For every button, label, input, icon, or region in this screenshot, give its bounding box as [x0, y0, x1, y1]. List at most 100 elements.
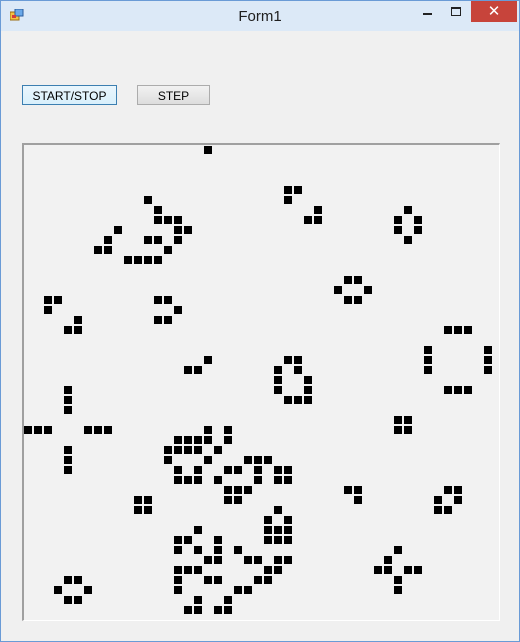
live-cell[interactable]: [284, 396, 292, 404]
live-cell[interactable]: [224, 596, 232, 604]
live-cell[interactable]: [64, 446, 72, 454]
live-cell[interactable]: [194, 476, 202, 484]
live-cell[interactable]: [74, 316, 82, 324]
live-cell[interactable]: [304, 386, 312, 394]
live-cell[interactable]: [454, 486, 462, 494]
title-bar[interactable]: Form1 ✕: [1, 1, 519, 31]
live-cell[interactable]: [94, 426, 102, 434]
live-cell[interactable]: [304, 216, 312, 224]
live-cell[interactable]: [204, 576, 212, 584]
live-cell[interactable]: [174, 576, 182, 584]
live-cell[interactable]: [414, 216, 422, 224]
live-cell[interactable]: [54, 586, 62, 594]
live-cell[interactable]: [174, 446, 182, 454]
live-cell[interactable]: [314, 206, 322, 214]
live-cell[interactable]: [174, 586, 182, 594]
live-cell[interactable]: [464, 326, 472, 334]
live-cell[interactable]: [364, 286, 372, 294]
live-cell[interactable]: [194, 366, 202, 374]
live-cell[interactable]: [154, 316, 162, 324]
start-stop-button[interactable]: START/STOP: [22, 85, 117, 105]
live-cell[interactable]: [444, 486, 452, 494]
live-cell[interactable]: [284, 516, 292, 524]
live-cell[interactable]: [484, 366, 492, 374]
live-cell[interactable]: [404, 426, 412, 434]
live-cell[interactable]: [174, 436, 182, 444]
live-cell[interactable]: [194, 596, 202, 604]
minimize-icon[interactable]: [413, 1, 441, 22]
live-cell[interactable]: [274, 526, 282, 534]
live-cell[interactable]: [194, 446, 202, 454]
live-cell[interactable]: [164, 246, 172, 254]
live-cell[interactable]: [244, 486, 252, 494]
live-cell[interactable]: [394, 576, 402, 584]
live-cell[interactable]: [64, 406, 72, 414]
live-cell[interactable]: [174, 306, 182, 314]
live-cell[interactable]: [174, 466, 182, 474]
live-cell[interactable]: [394, 546, 402, 554]
live-cell[interactable]: [274, 466, 282, 474]
live-cell[interactable]: [384, 566, 392, 574]
live-cell[interactable]: [284, 476, 292, 484]
live-cell[interactable]: [154, 216, 162, 224]
live-cell[interactable]: [194, 466, 202, 474]
live-cell[interactable]: [254, 456, 262, 464]
live-cell[interactable]: [114, 226, 122, 234]
live-cell[interactable]: [284, 526, 292, 534]
live-cell[interactable]: [74, 326, 82, 334]
live-cell[interactable]: [434, 506, 442, 514]
live-cell[interactable]: [174, 566, 182, 574]
step-button[interactable]: STEP: [137, 85, 210, 105]
live-cell[interactable]: [394, 416, 402, 424]
live-cell[interactable]: [184, 436, 192, 444]
live-cell[interactable]: [454, 326, 462, 334]
live-cell[interactable]: [464, 386, 472, 394]
live-cell[interactable]: [154, 206, 162, 214]
live-cell[interactable]: [164, 216, 172, 224]
live-cell[interactable]: [344, 276, 352, 284]
live-cell[interactable]: [184, 566, 192, 574]
live-cell[interactable]: [404, 416, 412, 424]
live-cell[interactable]: [64, 576, 72, 584]
live-cell[interactable]: [174, 476, 182, 484]
live-cell[interactable]: [44, 426, 52, 434]
live-cell[interactable]: [164, 456, 172, 464]
live-cell[interactable]: [44, 296, 52, 304]
live-cell[interactable]: [214, 546, 222, 554]
live-cell[interactable]: [284, 186, 292, 194]
live-cell[interactable]: [234, 586, 242, 594]
live-cell[interactable]: [194, 436, 202, 444]
close-icon[interactable]: ✕: [471, 1, 517, 22]
live-cell[interactable]: [224, 466, 232, 474]
live-cell[interactable]: [144, 506, 152, 514]
live-cell[interactable]: [74, 576, 82, 584]
live-cell[interactable]: [64, 466, 72, 474]
live-cell[interactable]: [274, 366, 282, 374]
live-cell[interactable]: [64, 456, 72, 464]
live-cell[interactable]: [224, 496, 232, 504]
live-cell[interactable]: [414, 226, 422, 234]
live-cell[interactable]: [274, 386, 282, 394]
live-cell[interactable]: [264, 566, 272, 574]
live-cell[interactable]: [24, 426, 32, 434]
live-cell[interactable]: [104, 246, 112, 254]
live-cell[interactable]: [224, 606, 232, 614]
live-cell[interactable]: [394, 226, 402, 234]
live-cell[interactable]: [404, 566, 412, 574]
live-cell[interactable]: [274, 476, 282, 484]
live-cell[interactable]: [214, 576, 222, 584]
live-cell[interactable]: [234, 496, 242, 504]
live-cell[interactable]: [424, 366, 432, 374]
live-cell[interactable]: [354, 496, 362, 504]
live-cell[interactable]: [454, 386, 462, 394]
live-cell[interactable]: [204, 456, 212, 464]
live-cell[interactable]: [424, 346, 432, 354]
live-cell[interactable]: [164, 316, 172, 324]
live-cell[interactable]: [294, 186, 302, 194]
live-cell[interactable]: [244, 556, 252, 564]
live-cell[interactable]: [254, 476, 262, 484]
live-cell[interactable]: [264, 536, 272, 544]
live-cell[interactable]: [274, 376, 282, 384]
live-cell[interactable]: [214, 446, 222, 454]
live-cell[interactable]: [224, 486, 232, 494]
